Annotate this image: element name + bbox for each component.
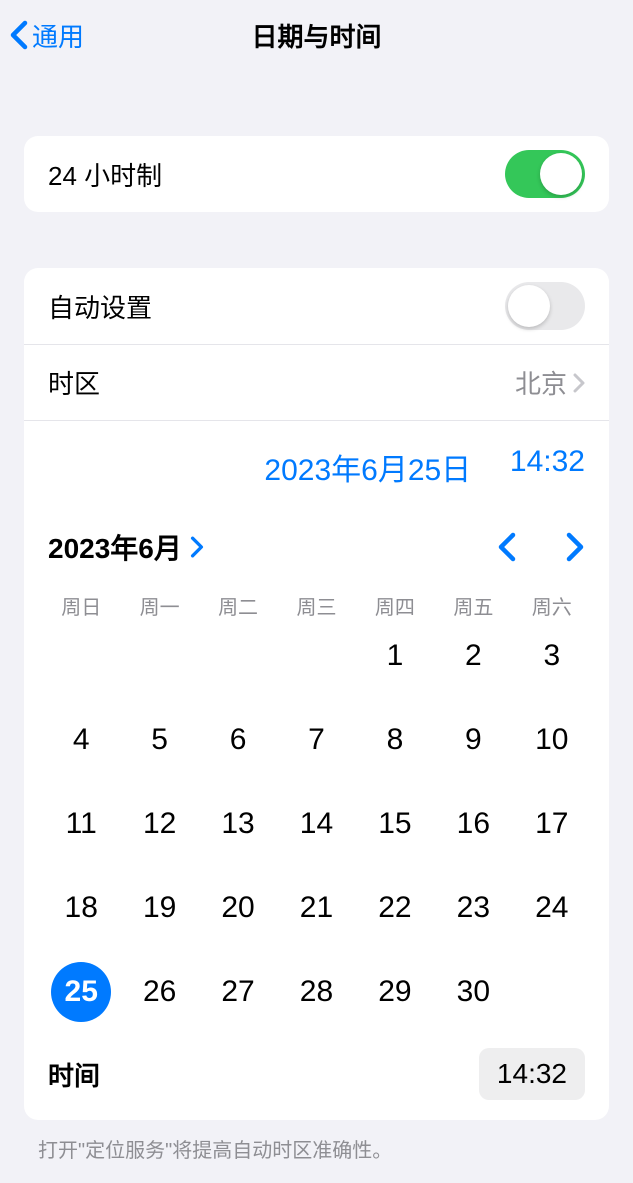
clock-24h-label: 24 小时制	[48, 156, 162, 193]
calendar-day[interactable]: 4	[42, 710, 120, 770]
weekday-label: 周四	[356, 591, 434, 620]
weekday-label: 周二	[199, 591, 277, 620]
auto-set-toggle[interactable]	[505, 282, 585, 330]
time-row: 时间 14:32	[24, 1032, 609, 1120]
calendar-day[interactable]: 29	[356, 962, 434, 1022]
time-picker[interactable]: 14:32	[479, 1048, 585, 1100]
calendar-day-empty	[120, 626, 198, 686]
auto-set-label: 自动设置	[48, 288, 152, 325]
timezone-row[interactable]: 时区 北京	[24, 344, 609, 420]
calendar-day[interactable]: 25	[42, 962, 120, 1022]
calendar-day[interactable]: 24	[513, 878, 591, 938]
calendar-day[interactable]: 15	[356, 794, 434, 854]
month-picker[interactable]: 2023年6月	[48, 527, 204, 567]
calendar-day[interactable]: 2	[434, 626, 512, 686]
chevron-right-icon	[573, 373, 585, 393]
calendar-day[interactable]: 22	[356, 878, 434, 938]
weekday-label: 周一	[120, 591, 198, 620]
calendar-day[interactable]: 11	[42, 794, 120, 854]
weekday-label: 周日	[42, 591, 120, 620]
weekday-label: 周六	[513, 591, 591, 620]
next-month-button[interactable]	[565, 532, 585, 562]
weekday-label: 周五	[434, 591, 512, 620]
calendar-day[interactable]: 5	[120, 710, 198, 770]
clock-24h-row: 24 小时制	[24, 136, 609, 212]
calendar-day[interactable]: 13	[199, 794, 277, 854]
date-time-header: 2023年6月25日 14:32	[24, 420, 609, 499]
page-title: 日期与时间	[0, 17, 633, 54]
calendar-day[interactable]: 1	[356, 626, 434, 686]
back-button[interactable]: 通用	[0, 17, 84, 54]
prev-month-button[interactable]	[497, 532, 517, 562]
calendar-day[interactable]: 9	[434, 710, 512, 770]
calendar-day[interactable]: 14	[277, 794, 355, 854]
calendar-grid: 1234567891011121314151617181920212223242…	[24, 626, 609, 1032]
clock-24h-toggle[interactable]	[505, 150, 585, 198]
weekday-header: 周日周一周二周三周四周五周六	[24, 567, 609, 626]
calendar-day[interactable]: 12	[120, 794, 198, 854]
calendar-day[interactable]: 26	[120, 962, 198, 1022]
calendar-day[interactable]: 8	[356, 710, 434, 770]
calendar-day[interactable]: 10	[513, 710, 591, 770]
time-label: 时间	[48, 1056, 100, 1093]
calendar-day[interactable]: 7	[277, 710, 355, 770]
calendar-day[interactable]: 16	[434, 794, 512, 854]
timezone-label: 时区	[48, 364, 100, 401]
calendar-day[interactable]: 20	[199, 878, 277, 938]
chevron-right-icon	[190, 536, 204, 558]
auto-set-row: 自动设置	[24, 268, 609, 344]
calendar-day[interactable]: 27	[199, 962, 277, 1022]
calendar-day[interactable]: 30	[434, 962, 512, 1022]
calendar-day-empty	[277, 626, 355, 686]
calendar-day-empty	[42, 626, 120, 686]
calendar-day[interactable]: 18	[42, 878, 120, 938]
calendar-day[interactable]: 6	[199, 710, 277, 770]
footer-note: 打开"定位服务"将提高自动时区准确性。	[0, 1120, 633, 1163]
back-label: 通用	[32, 17, 84, 54]
calendar-day[interactable]: 3	[513, 626, 591, 686]
calendar-day-empty	[199, 626, 277, 686]
calendar-day[interactable]: 28	[277, 962, 355, 1022]
current-date[interactable]: 2023年6月25日	[226, 445, 510, 489]
weekday-label: 周三	[277, 591, 355, 620]
calendar-day[interactable]: 23	[434, 878, 512, 938]
chevron-left-icon	[10, 20, 28, 50]
month-label-text: 2023年6月	[48, 527, 182, 567]
current-time[interactable]: 14:32	[510, 445, 585, 489]
calendar-day[interactable]: 21	[277, 878, 355, 938]
calendar-day[interactable]: 19	[120, 878, 198, 938]
calendar-day[interactable]: 17	[513, 794, 591, 854]
timezone-value: 北京	[515, 364, 567, 401]
